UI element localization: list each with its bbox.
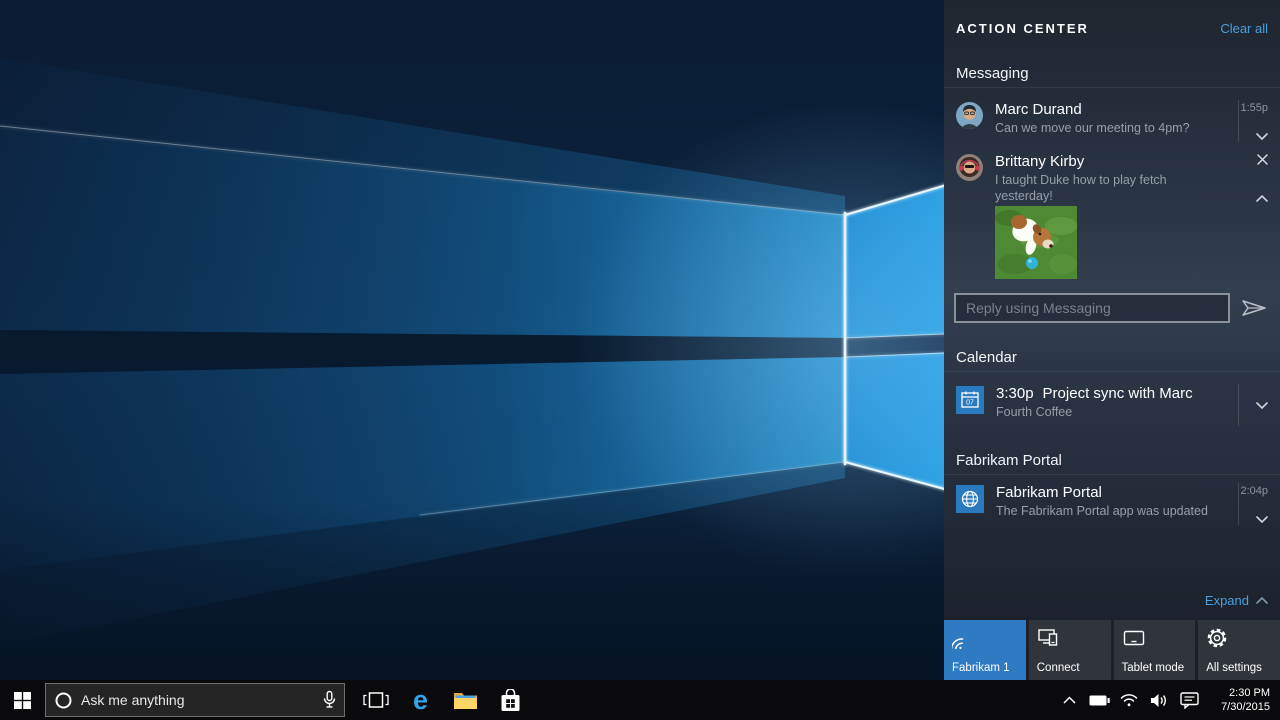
edge-icon: e xyxy=(413,687,428,714)
wifi-icon xyxy=(952,627,974,649)
action-center-icon xyxy=(1180,692,1199,709)
connect-icon xyxy=(1037,627,1061,649)
quick-action-all-settings[interactable]: All settings xyxy=(1198,620,1280,680)
clock-time: 2:30 PM xyxy=(1206,686,1270,700)
cortana-circle-icon xyxy=(55,692,72,709)
clear-all-button[interactable]: Clear all xyxy=(1220,21,1268,36)
sender-name: Marc Durand xyxy=(995,100,1226,119)
settings-gear-icon xyxy=(1206,627,1228,649)
quick-action-connect[interactable]: Connect xyxy=(1029,620,1111,680)
fabrikam-globe-icon xyxy=(956,485,984,513)
fabrikam-section-header: Fabrikam Portal xyxy=(944,452,1280,475)
calendar-section-header: Calendar xyxy=(944,349,1280,372)
notification-fabrikam-portal[interactable]: Fabrikam Portal The Fabrikam Portal app … xyxy=(944,483,1280,525)
message-preview: Can we move our meeting to 4pm? xyxy=(995,120,1226,136)
microphone-icon[interactable] xyxy=(323,690,336,710)
close-icon[interactable] xyxy=(1257,154,1268,165)
quick-actions-grid: Fabrikam 1 Connect xyxy=(944,620,1280,680)
system-tray: 2:30 PM 7/30/2015 xyxy=(1054,680,1280,720)
quick-action-fabrikam-wifi[interactable]: Fabrikam 1 xyxy=(944,620,1026,680)
calendar-event-title: 3:30p Project sync with Marc xyxy=(996,384,1226,403)
expand-row: Expand xyxy=(944,593,1280,608)
notification-brittany-text: Brittany Kirby I taught Duke how to play… xyxy=(995,152,1226,204)
message-attachment-photo[interactable] xyxy=(995,206,1077,279)
fabrikam-controls: 2:04p xyxy=(1238,483,1268,525)
action-center-panel: ACTION CENTER Clear all Messaging Marc D… xyxy=(944,0,1280,680)
sender-name: Brittany Kirby xyxy=(995,152,1226,171)
taskbar-icons: e xyxy=(353,680,533,720)
tray-chevron-up[interactable] xyxy=(1054,680,1084,720)
messaging-section-header: Messaging xyxy=(944,65,1280,88)
store-icon xyxy=(500,689,521,712)
fabrikam-title: Fabrikam Portal xyxy=(996,483,1226,502)
file-explorer-icon xyxy=(453,691,478,710)
notification-brittany-controls xyxy=(1238,152,1268,204)
fabrikam-message: The Fabrikam Portal app was updated xyxy=(996,503,1226,519)
wifi-icon xyxy=(1120,693,1138,707)
calendar-event-controls xyxy=(1238,384,1268,426)
desktop[interactable]: ACTION CENTER Clear all Messaging Marc D… xyxy=(0,0,1280,720)
task-view-button[interactable] xyxy=(353,680,398,720)
notification-timestamp: 1:55p xyxy=(1240,102,1268,114)
quick-action-label: Tablet mode xyxy=(1122,662,1185,674)
panel-spacer xyxy=(944,525,1280,593)
reply-input[interactable] xyxy=(954,293,1230,323)
quick-action-label: All settings xyxy=(1206,662,1262,674)
quick-action-label: Fabrikam 1 xyxy=(952,662,1010,674)
fabrikam-text: Fabrikam Portal The Fabrikam Portal app … xyxy=(996,483,1226,525)
windows-start-icon xyxy=(14,692,31,709)
calendar-app-icon: 07 xyxy=(956,386,984,414)
chevron-down-icon[interactable] xyxy=(1256,133,1268,140)
taskbar-clock[interactable]: 2:30 PM 7/30/2015 xyxy=(1206,686,1280,714)
battery-icon xyxy=(1089,695,1110,706)
calendar-event-text: 3:30p Project sync with Marc Fourth Coffe… xyxy=(996,384,1226,426)
avatar-marc-durand xyxy=(956,102,983,129)
reply-row xyxy=(954,293,1268,323)
taskbar-search-box[interactable] xyxy=(45,683,345,717)
action-center-titlebar: ACTION CENTER Clear all xyxy=(944,18,1280,38)
chevron-down-icon[interactable] xyxy=(1256,516,1268,523)
avatar-brittany-kirby xyxy=(956,154,983,181)
notification-marc-durand[interactable]: Marc Durand Can we move our meeting to 4… xyxy=(944,100,1280,142)
tray-wifi[interactable] xyxy=(1114,680,1144,720)
notification-brittany-kirby[interactable]: Brittany Kirby I taught Duke how to play… xyxy=(944,152,1280,204)
chevron-up-icon xyxy=(1063,696,1076,704)
message-preview: I taught Duke how to play fetch yesterda… xyxy=(995,172,1226,204)
tray-battery[interactable] xyxy=(1084,680,1114,720)
file-explorer-button[interactable] xyxy=(443,680,488,720)
action-center-title: ACTION CENTER xyxy=(956,21,1089,36)
notification-marc-controls: 1:55p xyxy=(1238,100,1268,142)
event-name: Project sync with Marc xyxy=(1043,385,1193,402)
taskbar: e xyxy=(0,680,1280,720)
tablet-icon xyxy=(1122,627,1146,649)
quick-action-tablet-mode[interactable]: Tablet mode xyxy=(1114,620,1196,680)
quick-action-label: Connect xyxy=(1037,662,1080,674)
svg-text:07: 07 xyxy=(966,400,974,407)
chevron-down-icon[interactable] xyxy=(1256,402,1268,409)
search-input[interactable] xyxy=(81,692,314,708)
notification-calendar-event[interactable]: 07 3:30p Project sync with Marc Fourth Co… xyxy=(944,384,1280,426)
event-location: Fourth Coffee xyxy=(996,404,1226,420)
tray-action-center[interactable] xyxy=(1174,680,1204,720)
send-icon[interactable] xyxy=(1240,298,1268,318)
notification-marc-text: Marc Durand Can we move our meeting to 4… xyxy=(995,100,1226,142)
chevron-up-icon[interactable] xyxy=(1256,195,1268,202)
expand-button[interactable]: Expand xyxy=(1205,593,1249,608)
volume-icon xyxy=(1150,693,1168,708)
chevron-up-icon[interactable] xyxy=(1256,597,1268,604)
event-time: 3:30p xyxy=(996,385,1034,402)
start-button[interactable] xyxy=(0,680,45,720)
edge-browser-button[interactable]: e xyxy=(398,680,443,720)
notification-timestamp: 2:04p xyxy=(1240,485,1268,497)
task-view-icon xyxy=(363,691,389,709)
tray-volume[interactable] xyxy=(1144,680,1174,720)
store-button[interactable] xyxy=(488,680,533,720)
clock-date: 7/30/2015 xyxy=(1206,700,1270,714)
